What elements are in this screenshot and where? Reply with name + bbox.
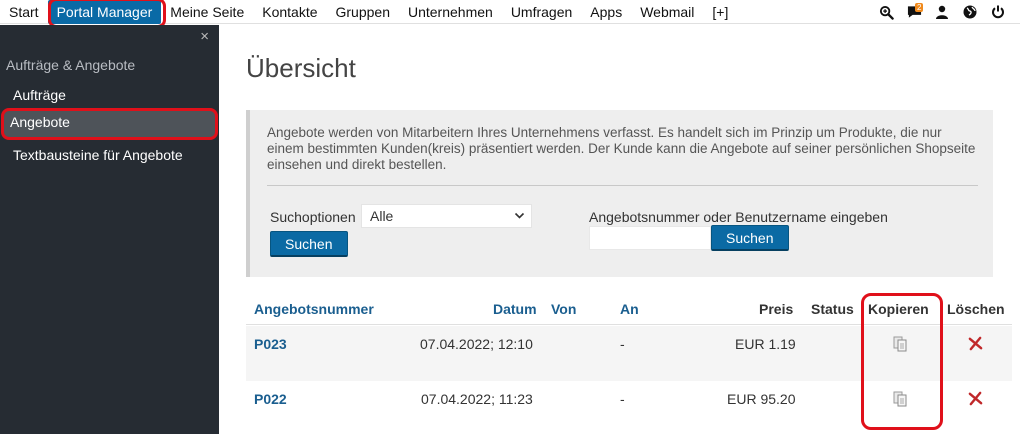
cell-datum: 07.04.2022; 11:23 <box>421 391 533 407</box>
delete-icon[interactable] <box>968 391 983 409</box>
th-preis: Preis <box>759 301 794 317</box>
search-button[interactable]: Suchen <box>270 231 348 257</box>
chat-icon[interactable]: 2 <box>904 2 924 22</box>
nav-item-more[interactable]: [+] <box>703 0 737 24</box>
th-von[interactable]: Von <box>551 301 576 317</box>
offer-number-label: Angebotsnummer oder Benutzername eingebe… <box>589 209 888 225</box>
top-icons: 2 <box>876 0 1008 24</box>
main-content: Übersicht Angebote werden von Mitarbeite… <box>219 25 1020 434</box>
nav-item-meine-seite[interactable]: Meine Seite <box>161 0 253 24</box>
sidebar: × Aufträge & Angebote Aufträge Angebote … <box>0 25 219 434</box>
globe-icon[interactable] <box>960 2 980 22</box>
nav-item-umfragen[interactable]: Umfragen <box>502 0 581 24</box>
offer-number-input[interactable] <box>589 226 711 250</box>
nav-item-unternehmen[interactable]: Unternehmen <box>399 0 502 24</box>
th-angebotsnummer[interactable]: Angebotsnummer <box>254 301 374 317</box>
cell-preis: EUR 95.20 <box>727 391 796 407</box>
cell-preis: EUR 1.19 <box>735 336 796 352</box>
search-options-value: Alle <box>370 208 394 224</box>
cell-an: - <box>620 336 625 352</box>
info-search-panel: Angebote werden von Mitarbeitern Ihres U… <box>246 110 993 277</box>
power-icon[interactable] <box>988 2 1008 22</box>
user-icon[interactable] <box>932 2 952 22</box>
sidebar-section-title: Aufträge & Angebote <box>6 57 136 73</box>
copy-icon[interactable] <box>892 391 908 410</box>
th-an[interactable]: An <box>620 301 639 317</box>
nav-item-apps[interactable]: Apps <box>581 0 631 24</box>
search-options-label: Suchoptionen <box>270 209 356 225</box>
delete-icon[interactable] <box>968 336 983 354</box>
nav-item-kontakte[interactable]: Kontakte <box>253 0 326 24</box>
offer-number-link[interactable]: P022 <box>254 391 287 407</box>
nav-item-webmail[interactable]: Webmail <box>631 0 703 24</box>
nav-item-start[interactable]: Start <box>0 0 48 24</box>
cell-an: - <box>620 391 625 407</box>
table-row: P022 07.04.2022; 11:23 - EUR 95.20 <box>246 381 1012 434</box>
main-nav: Start Portal Manager Meine Seite Kontakt… <box>0 0 737 24</box>
search-options-select[interactable]: Alle <box>361 204 532 228</box>
top-navigation-bar: Start Portal Manager Meine Seite Kontakt… <box>0 0 1020 24</box>
table-row: P023 07.04.2022; 12:10 - EUR 1.19 <box>246 326 1012 381</box>
th-datum[interactable]: Datum <box>493 301 537 317</box>
nav-item-gruppen[interactable]: Gruppen <box>327 0 399 24</box>
sidebar-item-textbausteine[interactable]: Textbausteine für Angebote <box>4 142 215 168</box>
sidebar-item-auftraege[interactable]: Aufträge <box>4 82 215 108</box>
th-loeschen: Löschen <box>947 301 1005 317</box>
search-number-button[interactable]: Suchen <box>711 225 789 251</box>
nav-item-portal-manager[interactable]: Portal Manager <box>47 0 162 24</box>
chat-badge: 2 <box>915 3 924 12</box>
copy-icon[interactable] <box>892 336 908 355</box>
th-status: Status <box>811 301 854 317</box>
info-text: Angebote werden von Mitarbeitern Ihres U… <box>267 125 976 172</box>
divider <box>267 185 978 186</box>
cell-datum: 07.04.2022; 12:10 <box>420 336 533 352</box>
sidebar-close-icon[interactable]: × <box>200 28 209 45</box>
search-zoom-icon[interactable] <box>876 2 896 22</box>
page-title: Übersicht <box>246 53 356 83</box>
table-header: Angebotsnummer Datum Von An Preis Status… <box>246 293 1012 325</box>
th-kopieren: Kopieren <box>868 301 929 317</box>
sidebar-item-angebote[interactable]: Angebote <box>1 108 218 140</box>
chevron-down-icon <box>514 205 525 235</box>
offer-number-link[interactable]: P023 <box>254 336 287 352</box>
